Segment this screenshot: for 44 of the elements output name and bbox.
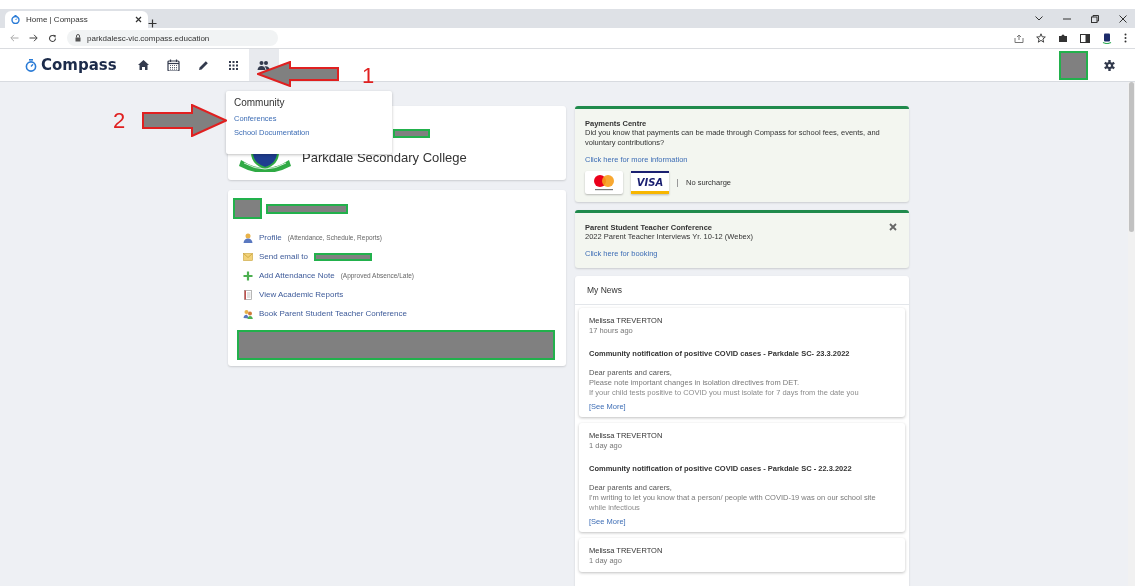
link[interactable]: Profile	[259, 233, 282, 242]
redaction-box	[393, 129, 430, 138]
reload-icon[interactable]	[48, 33, 57, 43]
grid-icon	[227, 59, 241, 71]
annotation-number: 2	[113, 110, 126, 132]
mastercard-logo	[585, 171, 623, 194]
minimize-icon[interactable]	[1063, 17, 1071, 20]
people-icon	[257, 59, 271, 71]
link[interactable]: Book Parent Student Teacher Conference	[259, 309, 407, 318]
tab-search-icon[interactable]	[1035, 16, 1043, 21]
redaction-box	[233, 198, 262, 219]
share-icon[interactable]	[1014, 33, 1024, 43]
link[interactable]: View Academic Reports	[259, 290, 344, 299]
report-icon	[243, 289, 253, 300]
close-window-icon[interactable]	[1119, 14, 1127, 23]
plus-icon	[243, 270, 253, 281]
panel-title: My News	[587, 285, 622, 295]
browser-tab[interactable]: Home | Compass	[5, 11, 148, 28]
compass-favicon-icon	[11, 15, 20, 24]
close-tab-icon[interactable]	[135, 16, 142, 23]
new-tab-icon[interactable]	[148, 19, 157, 28]
link[interactable]: Send email to	[259, 252, 308, 261]
person-icon	[243, 232, 253, 243]
lock-icon	[75, 34, 81, 42]
menu-heading: Community	[234, 97, 285, 109]
menu-icon[interactable]	[1124, 33, 1127, 43]
calendar-icon	[167, 59, 181, 71]
redaction-box	[313, 252, 372, 261]
visa-logo: VISA	[631, 171, 669, 194]
link[interactable]: Add Attendance Note	[259, 271, 335, 280]
people-icon	[243, 308, 253, 319]
redaction-box	[1059, 50, 1088, 80]
envelope-icon	[243, 251, 253, 262]
address-bar[interactable]: parkdalesc-vic.compass.education	[67, 30, 278, 46]
side-panel-icon[interactable]	[1080, 33, 1090, 43]
star-icon[interactable]	[1036, 33, 1046, 43]
close-icon[interactable]	[889, 223, 897, 231]
home-icon	[137, 59, 151, 71]
restore-icon[interactable]	[1091, 14, 1099, 23]
profile-icon[interactable]	[1102, 32, 1112, 44]
settings-icon[interactable]	[1104, 59, 1115, 71]
annotation-number: 1	[362, 65, 375, 87]
forward-icon[interactable]	[29, 34, 38, 42]
compass-logo[interactable]: Compass	[25, 49, 117, 81]
